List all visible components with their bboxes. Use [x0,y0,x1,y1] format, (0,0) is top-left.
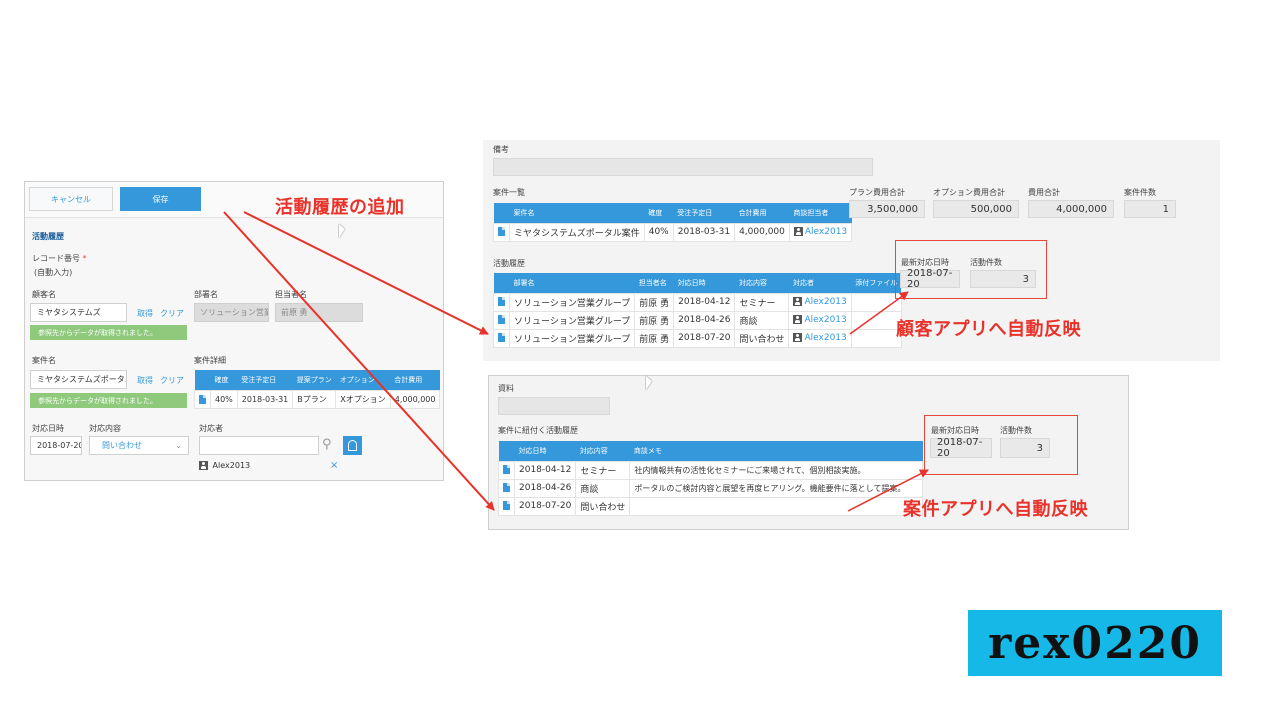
rex0220-logo: rex0220 [968,610,1222,676]
mouse-cursor-icon [339,224,345,238]
add-history-annotation: 活動履歴の追加 [275,197,405,218]
customer-reflect-annotation: 顧客アプリへ自動反映 [896,319,1081,340]
mouse-cursor-icon [646,376,652,390]
project-reflect-annotation: 案件アプリへ自動反映 [903,499,1088,520]
arrow-to-project-app [223,211,495,511]
